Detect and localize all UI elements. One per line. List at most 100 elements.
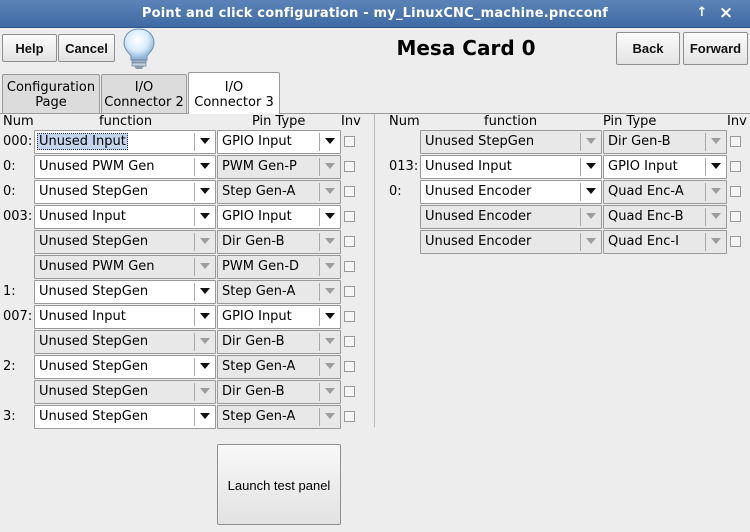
- cancel-button[interactable]: Cancel: [58, 34, 115, 62]
- chevron-down-icon: [200, 138, 210, 144]
- function-combo[interactable]: Unused StepGen: [34, 280, 216, 304]
- function-combo[interactable]: Unused Encoder: [420, 205, 602, 229]
- invert-checkbox[interactable]: [344, 311, 355, 322]
- function-combo[interactable]: Unused Input: [420, 155, 602, 179]
- tab-label-line2: Connector 3: [194, 95, 274, 110]
- left-header-inv: Inv: [341, 114, 361, 129]
- pin-type-combo[interactable]: Dir Gen-B: [603, 130, 727, 154]
- function-combo[interactable]: Unused StepGen: [34, 355, 216, 379]
- invert-checkbox[interactable]: [730, 161, 741, 172]
- function-combo-value: Unused Encoder: [425, 209, 532, 224]
- function-combo-value: Unused PWM Gen: [39, 159, 155, 174]
- pin-type-combo[interactable]: PWM Gen-D: [217, 255, 341, 279]
- pin-type-combo[interactable]: GPIO Input: [217, 305, 341, 329]
- pin-type-combo[interactable]: Dir Gen-B: [217, 230, 341, 254]
- function-combo[interactable]: Unused Encoder: [420, 180, 602, 204]
- function-combo[interactable]: Unused PWM Gen: [34, 155, 216, 179]
- function-combo[interactable]: Unused Encoder: [420, 230, 602, 254]
- pin-type-combo[interactable]: Dir Gen-B: [217, 330, 341, 354]
- pin-type-combo[interactable]: Quad Enc-A: [603, 180, 727, 204]
- tab-configuration-page[interactable]: Configuration Page: [2, 74, 100, 113]
- pin-type-combo-value: GPIO Input: [222, 134, 292, 149]
- invert-checkbox[interactable]: [344, 136, 355, 147]
- function-combo-value: Unused Encoder: [425, 184, 532, 199]
- invert-checkbox[interactable]: [344, 161, 355, 172]
- invert-checkbox[interactable]: [344, 361, 355, 372]
- function-combo[interactable]: Unused Input: [34, 205, 216, 229]
- pin-number: 013:: [389, 159, 419, 174]
- function-combo[interactable]: Unused PWM Gen: [34, 255, 216, 279]
- pin-type-combo[interactable]: Step Gen-A: [217, 280, 341, 304]
- pin-type-combo[interactable]: Quad Enc-B: [603, 205, 727, 229]
- chevron-down-icon: [711, 138, 721, 144]
- tab-label-line1: I/O: [134, 80, 154, 95]
- chevron-down-icon: [586, 213, 596, 219]
- function-combo[interactable]: Unused StepGen: [34, 380, 216, 404]
- function-combo[interactable]: Unused StepGen: [34, 180, 216, 204]
- function-combo[interactable]: Unused StepGen: [34, 405, 216, 429]
- launch-test-panel-button[interactable]: Launch test panel: [217, 444, 341, 525]
- invert-checkbox[interactable]: [730, 136, 741, 147]
- invert-checkbox[interactable]: [344, 261, 355, 272]
- function-combo[interactable]: Unused StepGen: [34, 230, 216, 254]
- back-button[interactable]: Back: [616, 32, 680, 65]
- pin-type-combo[interactable]: GPIO Input: [603, 155, 727, 179]
- chevron-down-icon: [200, 388, 210, 394]
- pin-type-combo-value: Dir Gen-B: [608, 134, 671, 149]
- tab-io-connector-3[interactable]: I/O Connector 3: [188, 72, 280, 114]
- pin-type-combo[interactable]: Quad Enc-I: [603, 230, 727, 254]
- window-close-icon[interactable]: ×: [718, 5, 734, 22]
- chevron-down-icon: [200, 213, 210, 219]
- window-title: Point and click configuration - my_Linux…: [141, 6, 609, 21]
- invert-checkbox[interactable]: [344, 411, 355, 422]
- connector-panel: Num function Pin Type Inv Num function P…: [0, 114, 750, 532]
- chevron-down-icon: [325, 413, 335, 419]
- chevron-down-icon: [325, 263, 335, 269]
- invert-checkbox[interactable]: [344, 286, 355, 297]
- chevron-down-icon: [200, 263, 210, 269]
- help-button[interactable]: Help: [2, 34, 57, 62]
- invert-checkbox[interactable]: [730, 186, 741, 197]
- pin-type-combo[interactable]: PWM Gen-P: [217, 155, 341, 179]
- left-header-function: function: [99, 114, 153, 129]
- invert-checkbox[interactable]: [344, 386, 355, 397]
- pin-type-combo-value: PWM Gen-D: [222, 259, 300, 274]
- chevron-down-icon: [711, 188, 721, 194]
- pin-type-combo-value: Step Gen-A: [222, 184, 296, 199]
- pin-type-combo[interactable]: GPIO Input: [217, 205, 341, 229]
- function-combo[interactable]: Unused Input: [34, 305, 216, 329]
- pin-type-combo-value: Dir Gen-B: [222, 384, 285, 399]
- invert-checkbox[interactable]: [344, 336, 355, 347]
- invert-checkbox[interactable]: [344, 186, 355, 197]
- left-header-pin-type: Pin Type: [252, 114, 306, 129]
- function-combo[interactable]: Unused StepGen: [34, 330, 216, 354]
- chevron-down-icon: [325, 138, 335, 144]
- pin-number: 000:: [3, 134, 33, 149]
- forward-button[interactable]: Forward: [683, 32, 748, 65]
- chevron-down-icon: [325, 388, 335, 394]
- invert-checkbox[interactable]: [344, 211, 355, 222]
- chevron-down-icon: [325, 313, 335, 319]
- invert-checkbox[interactable]: [730, 211, 741, 222]
- pin-type-combo[interactable]: Step Gen-A: [217, 180, 341, 204]
- chevron-down-icon: [586, 163, 596, 169]
- function-combo[interactable]: Unused StepGen: [420, 130, 602, 154]
- function-combo-value: Unused StepGen: [425, 134, 535, 149]
- chevron-down-icon: [325, 238, 335, 244]
- window-titlebar[interactable]: Point and click configuration - my_Linux…: [0, 0, 750, 28]
- pin-type-combo[interactable]: Dir Gen-B: [217, 380, 341, 404]
- window-up-icon[interactable]: ↑: [694, 5, 710, 21]
- right-header-num: Num: [389, 114, 420, 129]
- pin-type-combo[interactable]: GPIO Input: [217, 130, 341, 154]
- right-header-inv: Inv: [727, 114, 747, 129]
- pin-type-combo[interactable]: Step Gen-A: [217, 405, 341, 429]
- pin-type-combo[interactable]: Step Gen-A: [217, 355, 341, 379]
- invert-checkbox[interactable]: [344, 236, 355, 247]
- function-combo[interactable]: Unused Input: [34, 130, 216, 154]
- pin-number: 0:: [3, 184, 16, 199]
- chevron-down-icon: [325, 188, 335, 194]
- tab-io-connector-2[interactable]: I/O Connector 2: [101, 74, 187, 113]
- pin-number: 007:: [3, 309, 33, 324]
- pin-number: 2:: [3, 359, 16, 374]
- invert-checkbox[interactable]: [730, 236, 741, 247]
